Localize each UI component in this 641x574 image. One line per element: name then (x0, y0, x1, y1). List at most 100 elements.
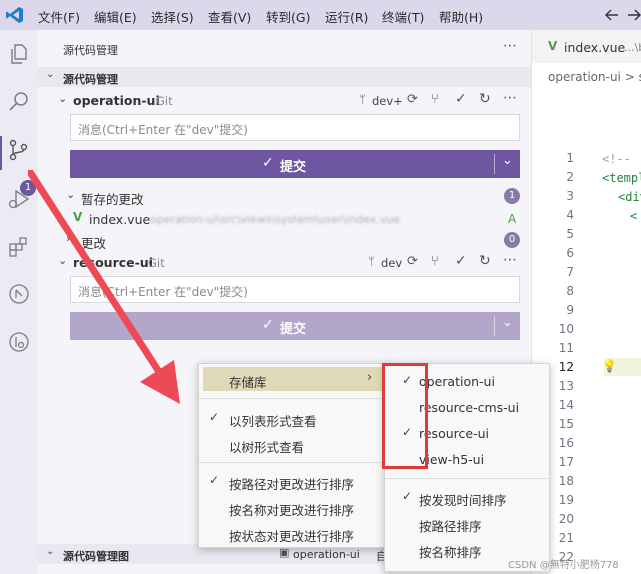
menu-label: 以列表形式查看 (229, 414, 317, 429)
more-actions-icon[interactable]: ⋯ (503, 252, 517, 268)
menu-label: 按名称对更改进行排序 (229, 503, 355, 518)
vue-file-icon: V (548, 39, 558, 53)
scm-section-header[interactable]: ⌄ 源代码管理 (38, 67, 531, 87)
vscode-logo-icon (6, 6, 24, 24)
commit-label: 提交 (280, 322, 307, 337)
graph-icon[interactable]: ⑂ (431, 92, 439, 107)
menu-item-sort-path[interactable]: ✓ 按路径对更改进行排序 (203, 469, 385, 493)
line-number: 11 (558, 341, 574, 355)
menu-item-sort-name[interactable]: 按名称对更改进行排序 (203, 495, 385, 519)
line-number: 10 (558, 322, 574, 336)
menu-label: 存储库 (229, 375, 267, 390)
repo-type: Git (156, 94, 173, 108)
submenu-label: 按路径排序 (419, 519, 482, 534)
context-menu: 存储库 › ✓ 以列表形式查看 以树形式查看 ✓ 按路径对更改进行排序 按名称对… (198, 363, 390, 548)
breadcrumb[interactable]: operation-ui > s (548, 70, 641, 84)
tab-path: ...\b (624, 41, 641, 54)
branch-icon: ᛘ (359, 93, 366, 106)
repo-name: operation-ui (73, 93, 160, 108)
chevron-down-icon[interactable]: ⌄ (502, 315, 513, 330)
chevron-down-icon: ⌄ (46, 69, 55, 80)
sync-icon[interactable]: ⟳ (407, 92, 418, 107)
chevron-down-icon: ⌄ (58, 92, 68, 105)
line-number: 6 (566, 246, 574, 260)
menu-label: 按路径对更改进行排序 (229, 477, 355, 492)
source-control-icon[interactable] (7, 138, 31, 162)
line-number: 8 (566, 284, 574, 298)
code-line: <templ (602, 171, 641, 185)
sync-icon[interactable]: ⟳ (407, 254, 418, 269)
title-bar: 文件(F) 编辑(E) 选择(S) 查看(V) 转到(G) 运行(R) 终端(T… (0, 0, 641, 30)
search-icon[interactable] (7, 90, 31, 114)
more-actions-icon[interactable]: ⋯ (503, 90, 517, 106)
commit-label: 提交 (280, 160, 307, 175)
annotation-arrow (28, 170, 188, 410)
staged-count-badge: 1 (504, 188, 520, 204)
tab-label: index.vue (564, 40, 626, 55)
branch-name[interactable]: dev (381, 256, 402, 270)
menu-label: 以树形式查看 (229, 440, 305, 455)
line-number: 1 (566, 151, 574, 165)
menu-separator (385, 478, 549, 479)
menu-separator (199, 462, 389, 463)
submenu-label: resource-ui (419, 426, 489, 441)
submenu-item-sort-discovery[interactable]: ✓ 按发现时间排序 (389, 485, 545, 509)
line-number: 4 (566, 208, 574, 222)
check-icon: ✓ (209, 473, 220, 487)
code-line: <div (618, 190, 641, 204)
menu-item-repositories[interactable]: 存储库 › (203, 367, 385, 391)
section-title: 源代码管理 (63, 73, 118, 86)
menu-view[interactable]: 查看(V) (208, 7, 251, 26)
graph-icon[interactable]: ⑂ (431, 254, 439, 269)
file-status: A (508, 212, 517, 226)
branch-icon: ᛘ (368, 255, 375, 268)
lightbulb-icon[interactable]: 💡 (602, 359, 617, 373)
submenu-label: operation-ui (419, 374, 495, 389)
forward-arrow-icon[interactable] (628, 7, 641, 23)
line-number: 9 (566, 303, 574, 317)
changes-count-badge: 0 (504, 232, 520, 248)
menu-help[interactable]: 帮助(H) (439, 7, 483, 26)
button-divider (494, 154, 495, 174)
watermark: CSDN @無特小肥杨778 (508, 560, 619, 571)
submenu-label: 按名称排序 (419, 545, 482, 560)
menu-separator (199, 398, 389, 399)
check-icon: ✓ (262, 317, 274, 333)
back-arrow-icon[interactable] (604, 7, 620, 23)
graph-repo[interactable]: operation-ui (293, 548, 360, 561)
menu-item-sort-status[interactable]: 按状态对更改进行排序 (203, 521, 385, 545)
submenu-label: resource-cms-ui (419, 400, 520, 415)
commit-message-input[interactable]: 消息(Ctrl+Enter 在"dev"提交) (70, 114, 520, 141)
more-actions-icon[interactable]: ⋯ (503, 38, 517, 54)
commit-check-icon[interactable]: ✓ (455, 91, 467, 107)
menu-go[interactable]: 转到(G) (266, 7, 310, 26)
menu-selection[interactable]: 选择(S) (151, 7, 194, 26)
graph-title: 源代码管理图 (63, 550, 129, 563)
explorer-icon[interactable] (7, 42, 31, 66)
refresh-icon[interactable]: ↻ (479, 253, 491, 269)
refresh-icon[interactable]: ↻ (479, 91, 491, 107)
check-icon: ✓ (209, 410, 220, 424)
chevron-down-icon[interactable]: ⌄ (502, 153, 513, 168)
annotation-highlight-box (382, 363, 428, 469)
menu-terminal[interactable]: 终端(T) (382, 7, 424, 26)
commit-check-icon[interactable]: ✓ (455, 253, 467, 269)
submenu-label: 按发现时间排序 (419, 493, 507, 508)
button-divider (494, 316, 495, 336)
line-number: 7 (566, 265, 574, 279)
check-icon: ✓ (402, 489, 413, 503)
submenu-label: view-h5-ui (419, 452, 485, 467)
branch-name[interactable]: dev+ (372, 94, 403, 108)
line-number: 5 (566, 227, 574, 241)
code-line: < (630, 209, 638, 223)
menu-run[interactable]: 运行(R) (325, 7, 368, 26)
chevron-down-icon: ⌄ (46, 546, 55, 557)
line-number: 2 (566, 170, 574, 184)
menu-item-view-list[interactable]: ✓ 以列表形式查看 (203, 406, 385, 430)
menu-item-view-tree[interactable]: 以树形式查看 (203, 432, 385, 456)
submenu-item-sort-path[interactable]: 按路径排序 (389, 511, 545, 535)
menu-edit[interactable]: 编辑(E) (94, 7, 137, 26)
repo-row-operation-ui[interactable]: ⌄ operation-ui Git ᛘ dev+ ⟳ ⑂ ✓ ↻ ⋯ (38, 89, 531, 111)
editor-tab[interactable]: V index.vue ...\b (532, 30, 641, 63)
menu-file[interactable]: 文件(F) (38, 7, 80, 26)
